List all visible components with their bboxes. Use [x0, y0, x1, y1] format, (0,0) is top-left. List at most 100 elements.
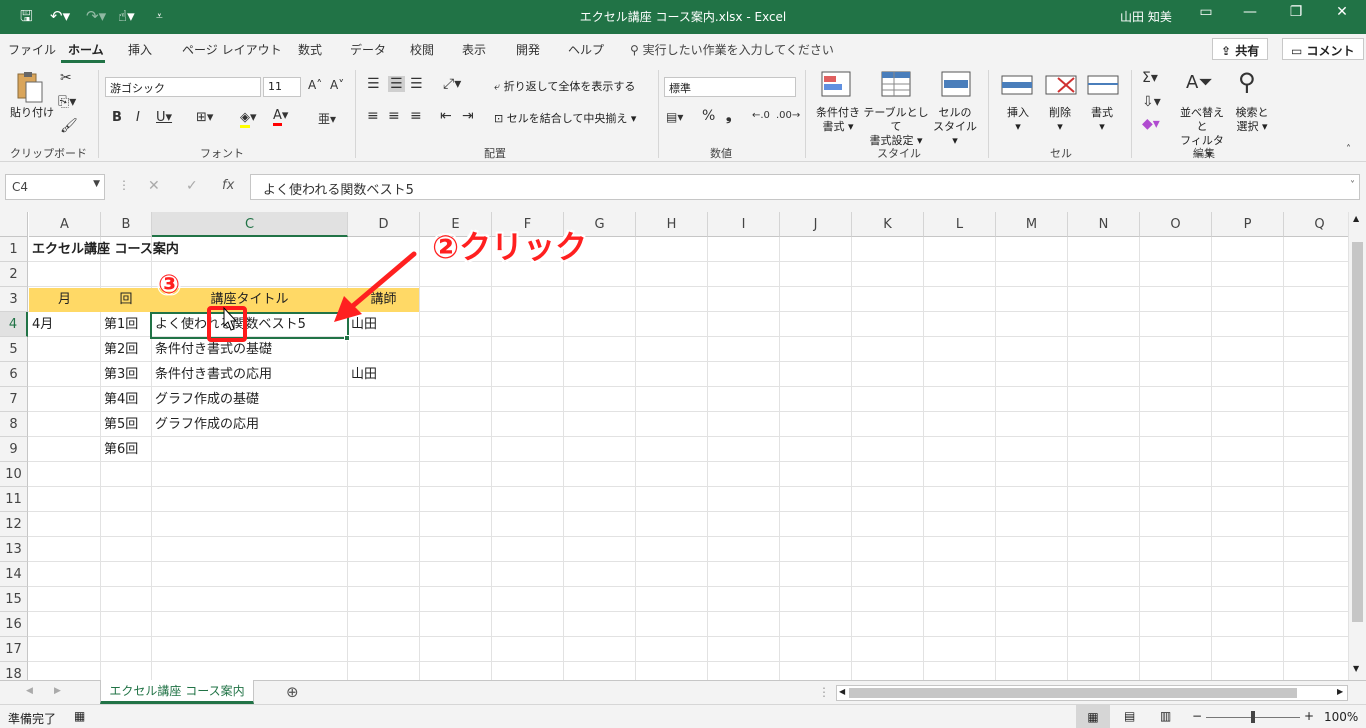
minimize-icon[interactable]: —: [1230, 4, 1270, 20]
enter-icon[interactable]: ✓: [186, 178, 198, 194]
cut-icon[interactable]: ✂: [60, 70, 72, 86]
row-header-8[interactable]: 8: [0, 412, 28, 437]
zoom-out-icon[interactable]: −: [1192, 709, 1202, 723]
column-header-A[interactable]: A: [29, 212, 101, 237]
sort-filter-icon[interactable]: A⏷: [1186, 72, 1213, 93]
cell-B7[interactable]: 第4回: [101, 387, 151, 412]
add-sheet-icon[interactable]: ⊕: [286, 683, 299, 701]
number-format-select[interactable]: 標準: [664, 77, 796, 97]
cell-A4[interactable]: 4月: [29, 312, 100, 337]
cell-B3[interactable]: 回: [101, 287, 151, 312]
column-header-J[interactable]: J: [780, 212, 852, 237]
cell-C6[interactable]: 条件付き書式の応用: [152, 362, 347, 387]
normal-view-icon[interactable]: ▦: [1076, 705, 1110, 728]
horizontal-scroll-thumb[interactable]: [849, 688, 1297, 698]
expand-formula-icon[interactable]: ˅: [1350, 180, 1355, 191]
row-header-17[interactable]: 17: [0, 637, 28, 662]
row-header-10[interactable]: 10: [0, 462, 28, 487]
restore-icon[interactable]: ❐: [1276, 4, 1316, 20]
row-header-14[interactable]: 14: [0, 562, 28, 587]
row-header-11[interactable]: 11: [0, 487, 28, 512]
cell-B6[interactable]: 第3回: [101, 362, 151, 387]
row-header-16[interactable]: 16: [0, 612, 28, 637]
autosum-icon[interactable]: Σ▾: [1142, 70, 1158, 86]
format-painter-icon[interactable]: 🖌: [60, 118, 78, 134]
format-as-table-icon[interactable]: [880, 70, 920, 102]
format-button[interactable]: 書式 ▾: [1090, 106, 1114, 134]
row-header-1[interactable]: 1: [0, 237, 28, 262]
tab-insert[interactable]: 挿入: [128, 41, 152, 58]
horizontal-scrollbar[interactable]: ◀ ▶: [836, 685, 1348, 701]
sheet-tab-active[interactable]: エクセル講座 コース案内: [100, 680, 254, 704]
cell-D6[interactable]: 山田: [348, 362, 419, 387]
user-name[interactable]: 山田 知美: [1120, 8, 1172, 25]
cell-B4[interactable]: 第1回: [101, 312, 151, 337]
comments-button[interactable]: ▭ コメント: [1282, 38, 1364, 60]
tab-formulas[interactable]: 数式: [298, 41, 322, 58]
paste-button[interactable]: 貼り付け: [10, 106, 54, 120]
column-header-P[interactable]: P: [1212, 212, 1284, 237]
align-right-icon[interactable]: ≡: [410, 108, 422, 124]
column-header-L[interactable]: L: [924, 212, 996, 237]
zoom-in-icon[interactable]: +: [1304, 709, 1314, 723]
hsplit-grip-icon[interactable]: ⋮: [818, 685, 830, 699]
accounting-icon[interactable]: ▤▾: [666, 110, 683, 124]
insert-cells-icon[interactable]: [1000, 72, 1040, 104]
close-icon[interactable]: ✕: [1322, 4, 1362, 20]
ribbon-display-icon[interactable]: ▭: [1186, 4, 1226, 20]
tab-data[interactable]: データ: [350, 41, 386, 58]
page-break-view-icon[interactable]: ▥: [1160, 709, 1171, 723]
row-header-9[interactable]: 9: [0, 437, 28, 462]
worksheet-grid[interactable]: ABCDEFGHIJKLMNOPQ 1 2 3 4 5 6 7 8 9 10 11 12 13 14 15 1…: [0, 212, 1366, 680]
decrease-font-icon[interactable]: A˅: [330, 78, 344, 92]
page-layout-view-icon[interactable]: ▤: [1124, 709, 1135, 723]
conditional-formatting-button[interactable]: 条件付き 書式 ▾: [813, 106, 863, 134]
cancel-icon[interactable]: ✕: [148, 178, 160, 194]
tab-file[interactable]: ファイル: [8, 41, 56, 58]
font-size-select[interactable]: 11: [263, 77, 301, 97]
font-name-select[interactable]: 游ゴシック: [105, 77, 261, 97]
row-header-3[interactable]: 3: [0, 287, 28, 312]
column-header-M[interactable]: M: [996, 212, 1068, 237]
align-left-icon[interactable]: ≡: [367, 108, 379, 124]
zoom-level[interactable]: 100%: [1324, 710, 1358, 724]
align-center-icon[interactable]: ≡: [388, 108, 400, 124]
increase-decimal-icon[interactable]: ←.0: [752, 110, 770, 121]
align-bottom-icon[interactable]: ☰: [410, 76, 423, 92]
tab-developer[interactable]: 開発: [516, 41, 540, 58]
delete-cells-icon[interactable]: [1044, 72, 1084, 104]
row-header-13[interactable]: 13: [0, 537, 28, 562]
name-box[interactable]: C4 ▼: [5, 174, 105, 200]
increase-indent-icon[interactable]: ⇥: [462, 108, 474, 124]
formula-input[interactable]: よく使われる関数ベスト5 ˅: [250, 174, 1360, 200]
find-select-icon[interactable]: ⚲: [1238, 68, 1256, 96]
cell-styles-button[interactable]: セルの スタイル ▾: [930, 106, 980, 148]
increase-font-icon[interactable]: A˄: [308, 78, 322, 92]
clear-icon[interactable]: ◆▾: [1142, 116, 1160, 132]
tell-me-search[interactable]: ⚲ 実行したい作業を入力してください: [630, 41, 834, 58]
scroll-up-icon[interactable]: ▲: [1353, 214, 1359, 223]
align-middle-icon[interactable]: ☰: [388, 76, 405, 92]
row-header-15[interactable]: 15: [0, 587, 28, 612]
cell-B5[interactable]: 第2回: [101, 337, 151, 362]
wrap-text-button[interactable]: ⤶ 折り返して全体を表示する: [494, 80, 635, 94]
insert-button[interactable]: 挿入 ▾: [1006, 106, 1030, 134]
tab-help[interactable]: ヘルプ: [568, 41, 604, 58]
row-header-6[interactable]: 6: [0, 362, 28, 387]
cell-styles-icon[interactable]: [940, 70, 980, 102]
scroll-right-icon[interactable]: ▶: [1337, 687, 1343, 696]
decrease-decimal-icon[interactable]: .00→: [776, 110, 800, 121]
decrease-indent-icon[interactable]: ⇤: [440, 108, 452, 124]
column-header-K[interactable]: K: [852, 212, 924, 237]
vertical-scroll-thumb[interactable]: [1352, 242, 1363, 622]
paste-icon[interactable]: [12, 70, 52, 103]
row-header-5[interactable]: 5: [0, 337, 28, 362]
format-cells-icon[interactable]: [1086, 72, 1126, 104]
cell-B9[interactable]: 第6回: [101, 437, 151, 462]
cell-C8[interactable]: グラフ作成の応用: [152, 412, 347, 437]
cell-A3[interactable]: 月: [29, 287, 100, 312]
cell-A1[interactable]: エクセル講座 コース案内: [29, 237, 329, 262]
column-header-B[interactable]: B: [101, 212, 152, 237]
bold-icon[interactable]: B: [112, 110, 122, 125]
fill-icon[interactable]: ⇩▾: [1142, 94, 1161, 110]
